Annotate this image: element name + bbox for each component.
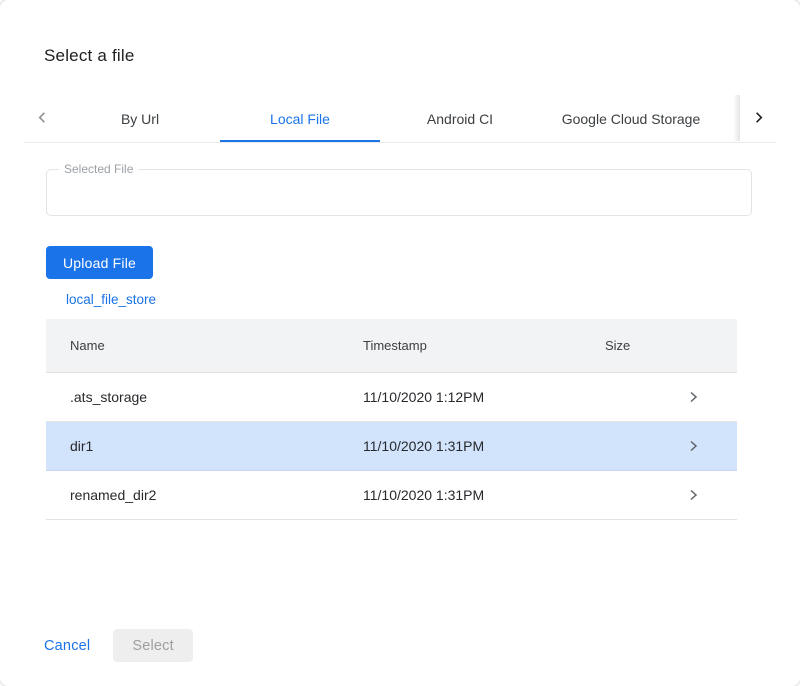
column-header-name: Name: [70, 338, 363, 353]
cell-name: renamed_dir2: [70, 487, 363, 503]
chevron-right-icon: [751, 110, 766, 128]
tabs-scroll-right-button[interactable]: [740, 95, 776, 142]
cell-name: dir1: [70, 438, 363, 454]
table-row[interactable]: renamed_dir211/10/2020 1:31PM: [46, 471, 737, 520]
cancel-button[interactable]: Cancel: [44, 638, 90, 654]
chevron-left-icon: [35, 110, 50, 128]
tab-panel-local-file: Selected File Upload File local_file_sto…: [0, 169, 800, 520]
dialog-title: Select a file: [44, 46, 756, 66]
column-header-size: Size: [605, 338, 737, 353]
selected-file-label: Selected File: [59, 162, 138, 176]
tab-list: By Url Local File Android CI Google Cloud S…: [60, 95, 740, 142]
selected-file-input[interactable]: [47, 170, 751, 215]
chevron-right-icon: [687, 440, 699, 452]
table-body: .ats_storage11/10/2020 1:12PMdir111/10/2…: [46, 373, 737, 520]
tab-bar: By Url Local File Android CI Google Cloud S…: [24, 95, 776, 143]
select-button[interactable]: Select: [113, 629, 193, 662]
dialog-footer: Cancel Select: [44, 629, 193, 662]
selected-file-field: Selected File: [46, 169, 752, 216]
cell-timestamp: 11/10/2020 1:31PM: [363, 438, 605, 454]
select-file-dialog: Select a file By Url Local File Android CI…: [0, 0, 800, 686]
table-row[interactable]: .ats_storage11/10/2020 1:12PM: [46, 373, 737, 422]
upload-file-button[interactable]: Upload File: [46, 246, 153, 279]
table-header-row: Name Timestamp Size: [46, 319, 737, 373]
file-table: Name Timestamp Size .ats_storage11/10/20…: [46, 319, 737, 520]
table-row[interactable]: dir111/10/2020 1:31PM: [46, 422, 737, 471]
cell-timestamp: 11/10/2020 1:12PM: [363, 389, 605, 405]
file-store-path-link[interactable]: local_file_store: [66, 292, 156, 307]
cell-name: .ats_storage: [70, 389, 363, 405]
tab-local-file[interactable]: Local File: [220, 95, 380, 142]
cell-timestamp: 11/10/2020 1:31PM: [363, 487, 605, 503]
tabs-scroll-left-button[interactable]: [24, 95, 60, 142]
chevron-right-icon: [687, 391, 699, 403]
tab-label: Google Cloud Storage: [562, 111, 701, 127]
tab-by-url[interactable]: By Url: [60, 95, 220, 142]
tab-google-cloud-storage[interactable]: Google Cloud Storage: [540, 95, 722, 142]
column-header-timestamp: Timestamp: [363, 338, 605, 353]
tab-label: Local File: [270, 111, 330, 127]
tab-label: Android CI: [427, 111, 493, 127]
tab-android-ci[interactable]: Android CI: [380, 95, 540, 142]
chevron-right-icon: [687, 489, 699, 501]
tab-label: By Url: [121, 111, 159, 127]
